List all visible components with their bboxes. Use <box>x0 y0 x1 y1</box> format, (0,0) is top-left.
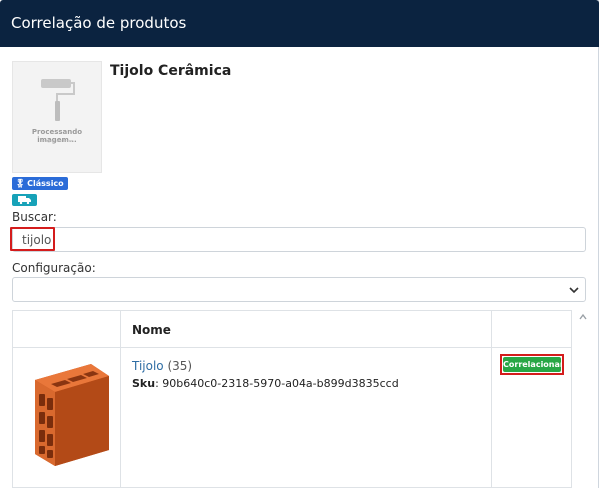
correlation-modal: Correlação de produtos Processando image… <box>0 0 599 488</box>
product-thumbnail: Processando imagem... Imagem em breve <box>12 61 102 173</box>
product-link[interactable]: Tijolo (35) <box>132 359 192 373</box>
product-count: (35) <box>167 359 193 373</box>
sku-value: : 90b640c0-2318-5970-a04a-b899d3835ccd <box>155 377 399 390</box>
header-cell-name: Nome <box>132 323 171 337</box>
sku-line: Sku: 90b640c0-2318-5970-a04a-b899d3835cc… <box>132 377 399 390</box>
products-table: Nome Tijolo (35) Sku: 90b640c0-2318-5970… <box>12 310 572 488</box>
search-label: Buscar: <box>12 210 57 224</box>
product-link-name[interactable]: Tijolo <box>132 359 164 373</box>
config-select[interactable] <box>12 277 586 302</box>
classic-badge-label: Clássico <box>27 179 64 188</box>
scroll-up-icon[interactable] <box>578 312 588 322</box>
paint-roller-icon <box>41 79 75 121</box>
modal-header: Correlação de produtos <box>0 0 599 47</box>
medal-icon: 🎖 <box>15 179 26 188</box>
table-header-row: Nome <box>13 310 571 348</box>
processing-subtext: Imagem em breve <box>40 138 74 143</box>
chevron-down-icon <box>569 287 579 294</box>
correlate-highlight <box>500 354 564 375</box>
shipping-badge <box>12 194 37 206</box>
sku-label: Sku <box>132 377 156 390</box>
search-input[interactable]: tijolo <box>12 227 586 252</box>
modal-title: Correlação de produtos <box>11 14 187 32</box>
brick-product-image <box>35 364 109 466</box>
truck-icon <box>18 196 31 204</box>
product-name: Tijolo Cerâmica <box>110 63 232 79</box>
table-row: Tijolo (35) Sku: 90b640c0-2318-5970-a04a… <box>13 348 571 488</box>
search-highlight <box>10 227 55 251</box>
classic-badge: 🎖 Clássico <box>12 177 68 190</box>
config-label: Configuração: <box>12 261 96 275</box>
